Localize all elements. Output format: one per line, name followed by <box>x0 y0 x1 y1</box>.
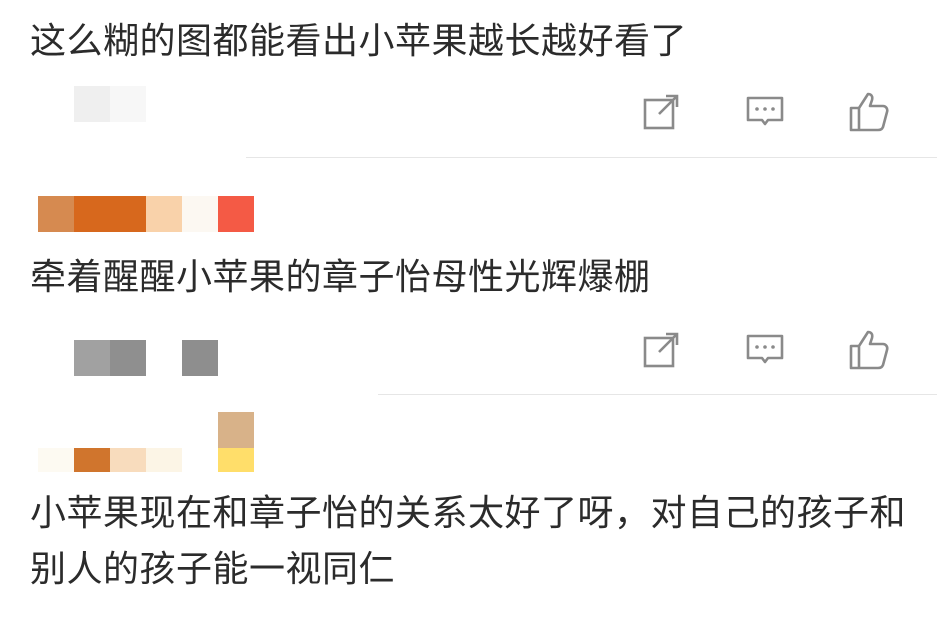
like-icon <box>849 92 889 132</box>
comment-divider-2 <box>378 394 937 395</box>
comment-text-3: 小苹果现在和章子怡的关系太好了呀，对自己的孩子和别人的孩子能一视同仁 <box>30 493 907 590</box>
comment-actions-1 <box>637 88 897 136</box>
share-icon <box>643 332 679 368</box>
reply-icon <box>746 334 784 364</box>
like-icon <box>849 330 889 370</box>
reply-button-2[interactable] <box>741 326 789 374</box>
comment-text-1: 这么糊的图都能看出小苹果越长越好看了 <box>30 21 688 62</box>
share-button-1[interactable] <box>637 88 685 136</box>
reply-icon <box>746 96 784 126</box>
share-button-2[interactable] <box>637 326 685 374</box>
comment-divider-1 <box>246 157 937 158</box>
share-icon <box>643 94 679 130</box>
like-button-1[interactable] <box>845 88 893 136</box>
reply-button-1[interactable] <box>741 88 789 136</box>
like-button-2[interactable] <box>845 326 893 374</box>
comment-actions-2 <box>637 326 897 374</box>
comment-text-2: 牵着醒醒小苹果的章子怡母性光辉爆棚 <box>30 257 651 298</box>
